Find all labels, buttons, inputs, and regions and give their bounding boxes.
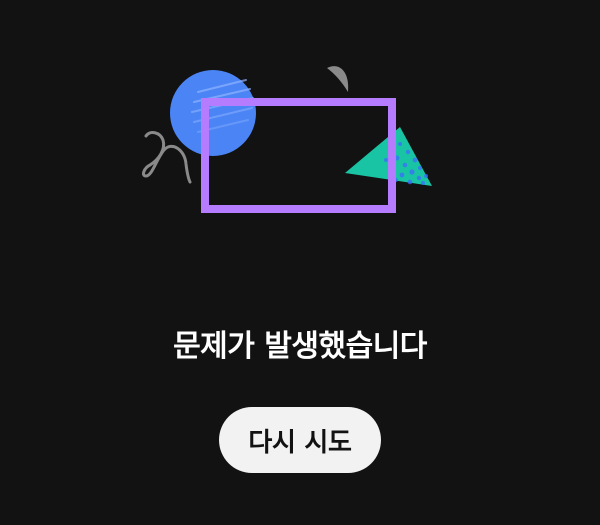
- error-message: 문제가 발생했습니다: [173, 329, 427, 364]
- retry-button[interactable]: 다시 시도: [219, 407, 381, 473]
- blue-circle-icon: [170, 70, 256, 156]
- retry-button-label: 다시 시도: [248, 427, 352, 458]
- error-illustration: [141, 66, 432, 213]
- error-screen: 문제가 발생했습니다 다시 시도: [0, 0, 600, 525]
- gray-half-moon-icon: [327, 66, 349, 92]
